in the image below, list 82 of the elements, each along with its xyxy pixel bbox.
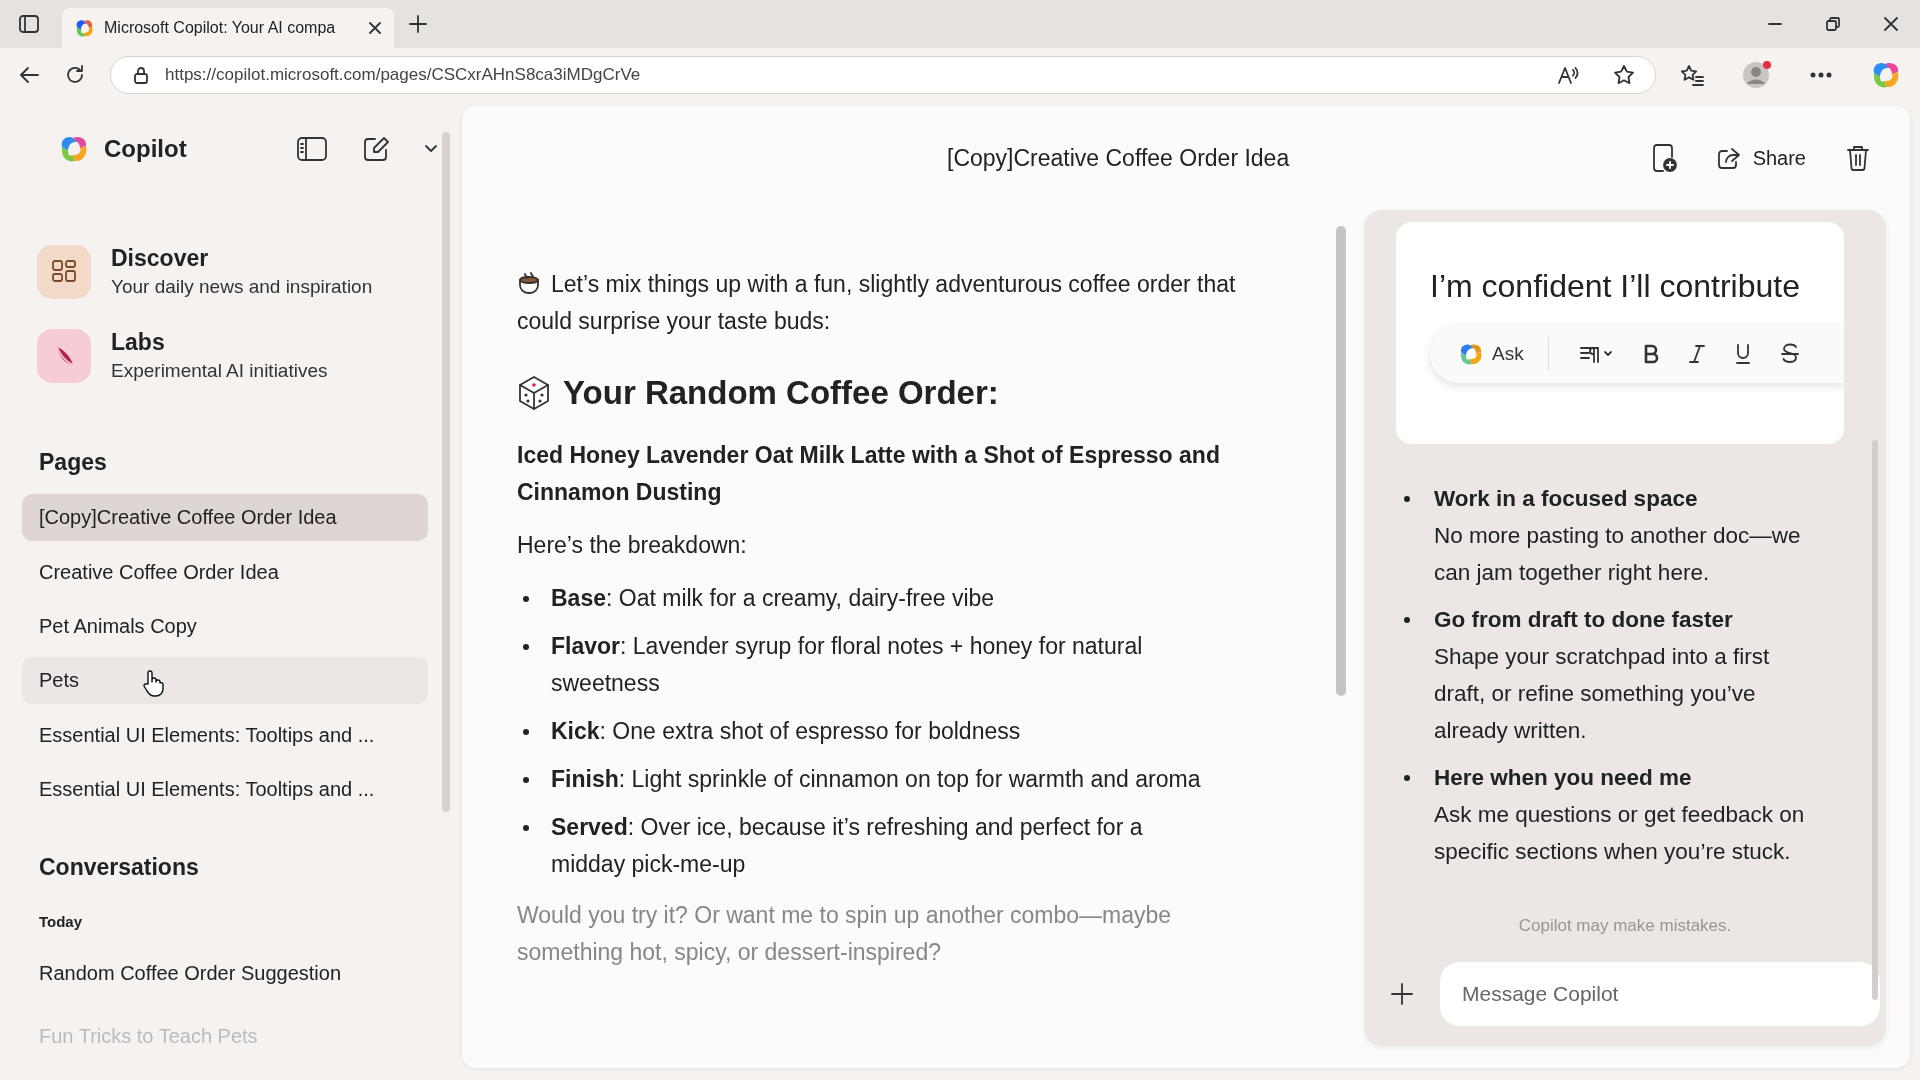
section-heading: Pages (39, 449, 108, 476)
copilot-logo-icon (1458, 341, 1484, 367)
close-icon[interactable] (1884, 17, 1898, 31)
feature-title: Here when you need me (1434, 764, 1693, 792)
group-label: Today (39, 913, 84, 931)
read-aloud-icon[interactable] (1557, 65, 1579, 85)
conversation-item[interactable]: Random Coffee Order Suggestion (22, 962, 438, 986)
list-item-text: Flavor: Lavender syrup for floral notes + honey for natural sweetness (551, 632, 1144, 698)
list-item-text: Kick: One extra shot of espresso for boldness (551, 717, 1021, 746)
url-text: https://copilot.microsoft.com/pages/CSCxrAHnS8ca3iMDgCrVe (165, 65, 642, 85)
list-item-text: Served: Over ice, because it’s refreshing and perfect for a midday pick-me-up (551, 813, 1144, 879)
new-page-icon[interactable] (1650, 143, 1677, 173)
grid-icon (51, 259, 77, 285)
bullet-icon (523, 825, 529, 831)
restore-icon[interactable] (1826, 17, 1840, 31)
share-icon (1716, 147, 1741, 169)
sidebar-toggle-icon[interactable] (18, 14, 40, 34)
message-field[interactable]: Message Copilot (1440, 962, 1880, 1026)
disclaimer-text: Copilot may make mistakes. (1517, 916, 1733, 936)
feature-description: Ask me questions or get feedback on specific sections when you’re stuck. (1434, 801, 1806, 866)
star-icon[interactable] (1613, 64, 1635, 86)
profile-avatar-icon[interactable] (1742, 60, 1772, 90)
add-icon[interactable] (1390, 982, 1414, 1006)
bullet-icon (523, 729, 529, 735)
hand-cursor-icon (140, 669, 164, 697)
feature-subtitle: Experimental AI initiatives (111, 360, 328, 383)
scrollbar[interactable] (1872, 440, 1878, 1000)
italic-icon[interactable] (1688, 344, 1705, 364)
section-heading: Conversations (39, 854, 200, 882)
page-item[interactable]: Essential UI Elements: Tooltips and ... (22, 711, 428, 759)
bullet-icon (1404, 775, 1410, 781)
feature-title[interactable]: Discover (111, 245, 373, 273)
feature-title[interactable]: Labs (111, 329, 328, 357)
bullet-icon (523, 644, 529, 650)
close-icon[interactable] (368, 21, 382, 35)
breakdown-intro: Here’s the breakdown: (517, 531, 748, 560)
page-item[interactable]: Pets (22, 657, 428, 705)
trash-icon[interactable] (1846, 145, 1870, 171)
strikethrough-icon[interactable] (1780, 343, 1799, 365)
copilot-logo-icon (74, 18, 94, 38)
page-item[interactable]: Pet Animals Copy (22, 602, 428, 650)
order-name: Iced Honey Lavender Oat Milk Latte with a Shot of Espresso and Cinnamon Dusting (517, 441, 1221, 507)
address-bar[interactable]: https://copilot.microsoft.com/pages/CSCxrAHnS8ca3iMDgCrVe (110, 56, 1656, 94)
feature-description: Shape your scratchpad into a first draft, or refine something you’ve already written. (1434, 643, 1771, 745)
more-icon[interactable] (1810, 72, 1832, 78)
closing-paragraph: Would you try it? Or want me to spin up another combo—maybe something hot, spicy, or dessert-inspired? (517, 901, 1173, 967)
sidebar-panel-icon[interactable] (296, 135, 328, 164)
feature-description: No more pasting to another doc—we can jam together right here. (1434, 522, 1802, 587)
draft-text: I’m confident I’ll contribute (1430, 268, 1801, 305)
dice-icon (517, 374, 551, 411)
bullet-icon (1404, 496, 1410, 502)
bullet-icon (523, 777, 529, 783)
favorites-icon[interactable] (1680, 64, 1704, 86)
chevron-down-icon[interactable] (424, 144, 438, 155)
page-title: [Copy]Creative Coffee Order Idea (947, 144, 1291, 172)
ask-button[interactable]: Ask (1452, 337, 1549, 371)
feature-title: Work in a focused space (1434, 485, 1699, 513)
compose-icon[interactable] (362, 135, 390, 164)
lock-icon (133, 66, 149, 84)
new-tab-icon[interactable] (408, 14, 428, 34)
list-item-text: Finish: Light sprinkle of cinnamon on top for warmth and aroma (551, 765, 1201, 794)
feature-title: Go from draft to done faster (1434, 606, 1734, 634)
list-item-text: Base: Oat milk for a creamy, dairy-free vibe (551, 584, 995, 613)
bullet-icon (1404, 617, 1410, 623)
page-item[interactable]: Creative Coffee Order Idea (22, 548, 428, 596)
feature-subtitle: Your daily news and inspiration (111, 276, 373, 299)
page-item[interactable]: [Copy]Creative Coffee Order Idea (22, 494, 428, 542)
brand-name: Copilot (104, 135, 188, 164)
bullet-icon (523, 596, 529, 602)
scrollbar[interactable] (442, 132, 450, 812)
share-button[interactable]: Share (1716, 146, 1806, 170)
underline-icon[interactable] (1734, 343, 1751, 365)
back-icon[interactable] (18, 65, 40, 85)
paragraph-dropdown-icon[interactable] (1578, 344, 1613, 364)
bold-icon[interactable] (1642, 344, 1659, 364)
browser-tab[interactable]: Microsoft Copilot: Your AI compa (62, 8, 394, 48)
scrollbar[interactable] (1336, 226, 1346, 696)
refresh-icon[interactable] (64, 64, 86, 86)
page-item[interactable]: Essential UI Elements: Tooltips and ... (22, 765, 428, 814)
intro-paragraph: Let’s mix things up with a fun, slightly adventurous coffee order that could surprise your taste buds: (517, 270, 1237, 336)
section-heading: Your Random Coffee Order: (563, 374, 999, 411)
tab-title: Microsoft Copilot: Your AI compa (104, 19, 337, 37)
